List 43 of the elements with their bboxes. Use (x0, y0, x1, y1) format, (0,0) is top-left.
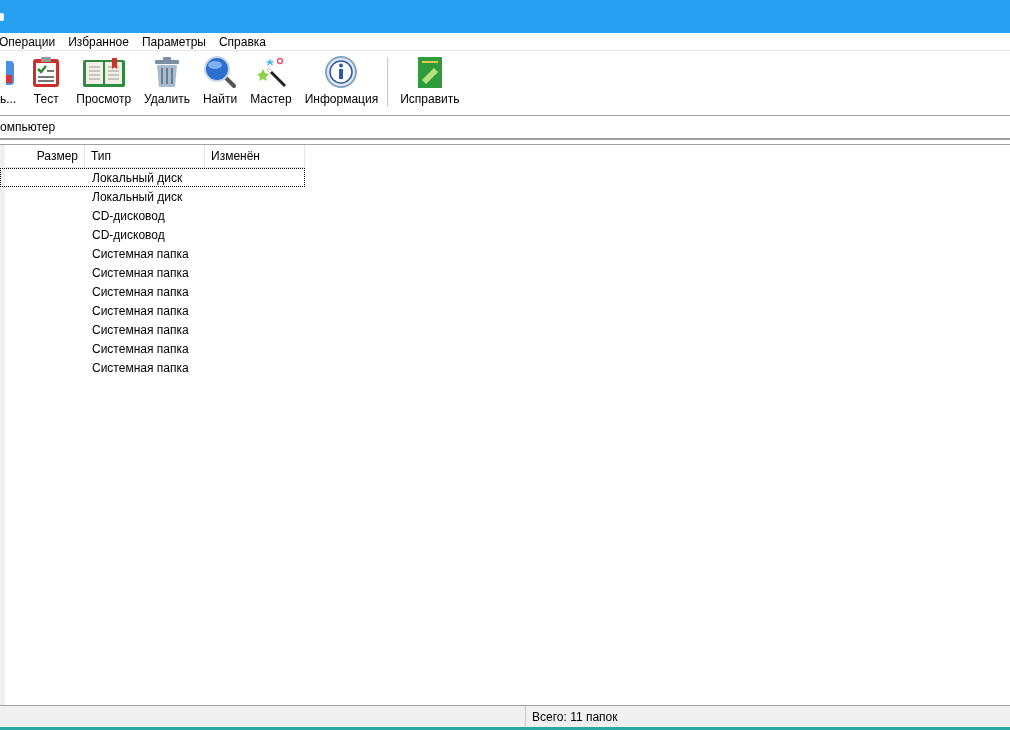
menu-item[interactable]: Справка (218, 34, 273, 49)
file-row[interactable]: Системная папка (0, 244, 305, 263)
file-row[interactable]: Системная папка (0, 339, 305, 358)
file-row[interactable]: CD-дисковод (0, 225, 305, 244)
toolbar-button[interactable]: Мастер (245, 51, 297, 115)
file-row[interactable]: Системная папка (0, 282, 305, 301)
table-cell-text: CD-дисковод (91, 226, 166, 243)
magnifier-icon (203, 55, 238, 89)
table-cell-text: CD-дисковод (91, 207, 166, 224)
table-cell-text: Системная папка (91, 264, 190, 281)
toolbar-button[interactable]: Найти (197, 51, 243, 115)
file-row[interactable]: CD-дисковод (0, 206, 305, 225)
toolbar-button[interactable]: Удалить (139, 51, 195, 115)
table-cell-text: Системная папка (91, 359, 190, 376)
open-book-icon (81, 55, 126, 89)
toolbar-button[interactable]: Просмотр (71, 51, 137, 115)
file-row[interactable]: Системная папка (0, 301, 305, 320)
table-cell-text: Системная папка (91, 283, 190, 300)
column-header[interactable]: Тип (85, 145, 205, 167)
table-cell-text: Системная папка (91, 245, 190, 262)
menu-item[interactable]: Параметры (141, 34, 213, 49)
column-header[interactable]: Изменён (205, 145, 305, 167)
file-row[interactable]: Системная папка (0, 320, 305, 339)
file-row[interactable]: Системная папка (0, 263, 305, 282)
menu-item[interactable]: Операции (0, 34, 63, 49)
table-cell-text: Системная папка (91, 340, 190, 357)
menu-item[interactable]: Избранное (68, 34, 136, 49)
file-row[interactable]: Системная папка (0, 358, 305, 377)
column-header[interactable]: Размер (5, 145, 85, 167)
toolbar-button[interactable]: ь... (0, 51, 22, 115)
info-icon (324, 55, 359, 89)
table-cell-text: Системная папка (91, 321, 190, 338)
file-row[interactable]: Локальный диск (0, 187, 305, 206)
toolbar-button[interactable]: Информация (299, 51, 384, 115)
table-cell-text: Локальный диск (91, 169, 184, 186)
table-cell-text: Системная папка (91, 302, 190, 319)
file-row[interactable]: Локальный диск (0, 168, 305, 187)
table-cell-text: Локальный диск (91, 188, 184, 205)
status-text: Всего: 11 папок (525, 706, 618, 727)
toolbar-button[interactable]: Исправить (395, 51, 465, 115)
app-icon (0, 12, 4, 21)
address-field[interactable]: омпьютер (0, 116, 1010, 140)
toolbar-button[interactable]: Тест (24, 51, 69, 115)
